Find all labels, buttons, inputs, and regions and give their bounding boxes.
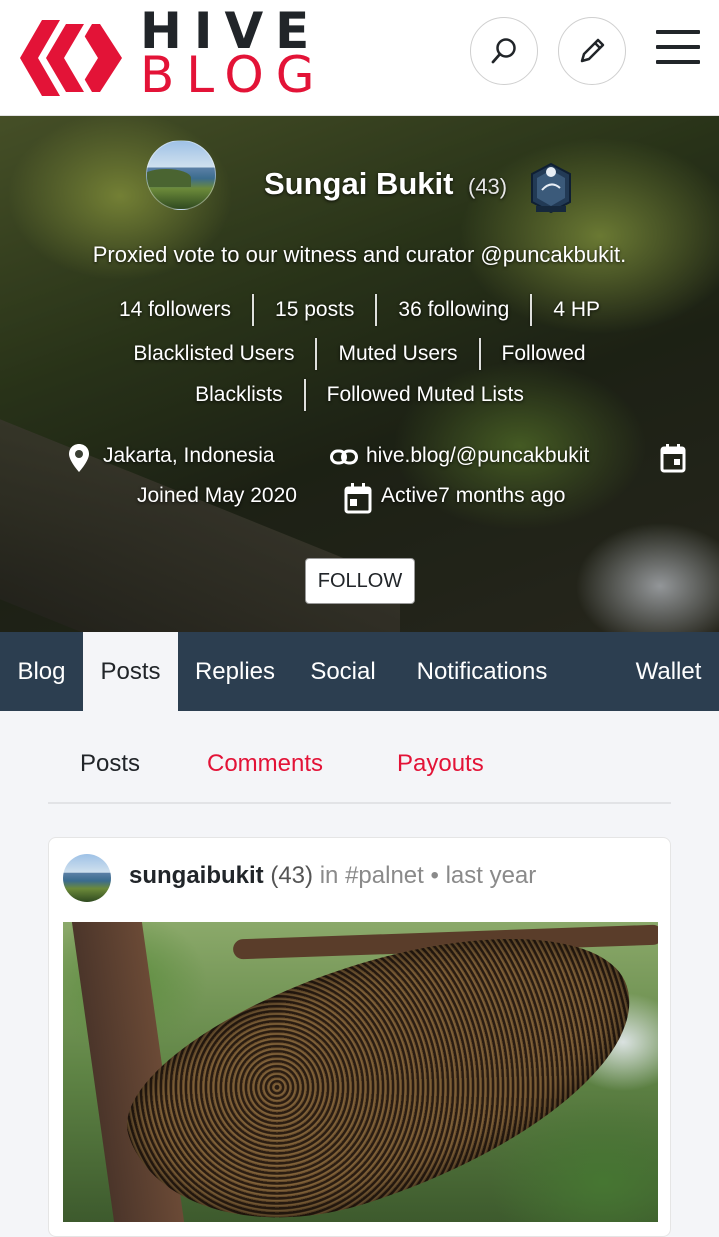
profile-location: Jakarta, Indonesia — [103, 444, 275, 467]
follow-button[interactable]: FOLLOW — [305, 558, 415, 604]
compose-button[interactable] — [558, 17, 626, 85]
menu-bar-icon — [656, 60, 700, 64]
followers-link[interactable]: 14 followers — [119, 298, 231, 322]
divider — [303, 379, 306, 411]
posts-subtabs: Posts Comments Payouts — [48, 712, 671, 804]
post-card: sungaibukit (43) in #palnet • last year — [48, 837, 671, 1237]
tab-wallet[interactable]: Wallet — [618, 632, 719, 711]
site-logo-text[interactable]: HIVE BLOG — [140, 6, 326, 100]
tab-notifications[interactable]: Notifications — [394, 632, 570, 711]
following-link[interactable]: 36 following — [398, 298, 509, 322]
profile-lists: Blacklisted Users Muted Users Followed — [0, 338, 719, 370]
muted-users-link[interactable]: Muted Users — [338, 342, 457, 366]
menu-bar-icon — [656, 30, 700, 34]
posts-count: 15 posts — [275, 298, 355, 321]
blacklisted-users-link[interactable]: Blacklisted Users — [133, 342, 294, 366]
location-pin-icon — [69, 444, 89, 472]
tab-posts[interactable]: Posts — [83, 632, 178, 711]
subtab-comments[interactable]: Comments — [207, 750, 323, 778]
profile-avatar[interactable] — [146, 140, 216, 210]
profile-header: Sungai Bukit (43) Proxied vote to our wi… — [0, 116, 719, 632]
post-meta: sungaibukit (43) in #palnet • last year — [129, 862, 536, 890]
divider — [375, 294, 378, 326]
followed-blacklists-link[interactable]: Followed — [502, 342, 586, 366]
pencil-icon — [580, 38, 605, 63]
post-thumbnail[interactable] — [63, 922, 658, 1222]
menu-bar-icon — [656, 45, 700, 49]
profile-website-link[interactable]: hive.blog/@puncakbukit — [366, 444, 589, 468]
post-in-label: in — [319, 862, 339, 889]
divider — [315, 338, 318, 370]
profile-lists-2: Blacklists Followed Muted Lists — [0, 379, 719, 411]
search-button[interactable] — [470, 17, 538, 85]
calendar-icon — [344, 483, 372, 514]
hive-power: 4 HP — [553, 298, 601, 321]
tab-blog[interactable]: Blog — [0, 632, 83, 711]
profile-last-active: Active7 months ago — [381, 484, 566, 507]
hamburger-menu-button[interactable] — [656, 30, 700, 70]
achievement-badge-icon[interactable] — [528, 162, 574, 214]
tab-social[interactable]: Social — [292, 632, 394, 711]
profile-cover: Sungai Bukit (43) Proxied vote to our wi… — [0, 116, 719, 632]
profile-tabs: Blog Posts Replies Social Notifications … — [0, 632, 719, 711]
post-author-avatar[interactable] — [63, 854, 111, 902]
profile-joined: Joined May 2020 — [137, 484, 297, 507]
calendar-icon — [660, 444, 686, 473]
image-honeycomb — [100, 922, 658, 1222]
post-community-link[interactable]: #palnet — [345, 862, 424, 889]
logo-word-blog: BLOG — [140, 46, 327, 104]
profile-stats: 14 followers 15 posts 36 following 4 HP — [0, 294, 719, 326]
divider — [530, 294, 533, 326]
profile-reputation: (43) — [468, 174, 508, 199]
hive-logo-icon[interactable] — [20, 14, 122, 102]
profile-about: Proxied vote to our witness and curator … — [92, 242, 627, 267]
followed-blacklists-link-cont[interactable]: Blacklists — [195, 383, 283, 407]
search-icon — [491, 38, 516, 64]
site-header: HIVE BLOG — [0, 0, 719, 116]
subtab-payouts[interactable]: Payouts — [397, 750, 484, 778]
subtab-posts[interactable]: Posts — [80, 750, 140, 778]
divider — [252, 294, 255, 326]
post-author-reputation: (43) — [270, 862, 314, 889]
followed-muted-lists-link[interactable]: Followed Muted Lists — [327, 383, 524, 407]
post-author-link[interactable]: sungaibukit — [129, 862, 264, 889]
link-icon — [330, 449, 358, 465]
post-meta-separator: • — [430, 862, 439, 889]
post-time[interactable]: last year — [446, 862, 537, 889]
profile-name: Sungai Bukit — [264, 166, 454, 201]
divider — [478, 338, 481, 370]
tab-replies[interactable]: Replies — [178, 632, 292, 711]
